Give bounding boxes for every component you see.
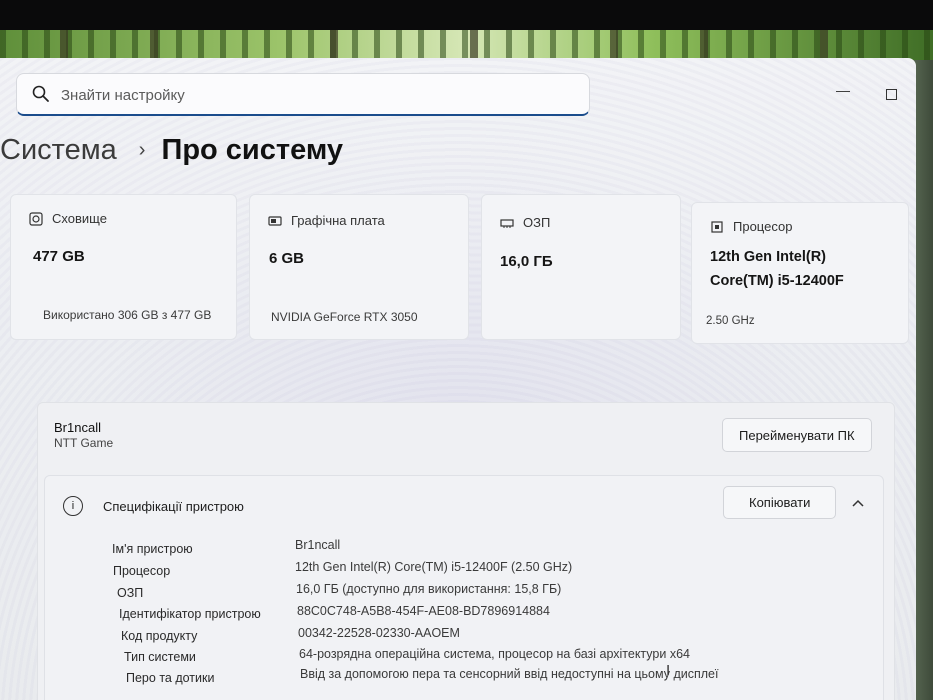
spec-label: Ідентифікатор пристрою	[119, 607, 261, 621]
spec-label: Код продукту	[121, 629, 198, 643]
text-cursor-icon: I	[666, 662, 671, 679]
gpu-icon	[268, 215, 282, 226]
spec-label: Процесор	[113, 564, 171, 578]
device-model: NTT Game	[54, 436, 114, 450]
spec-label: ОЗП	[117, 586, 144, 600]
card-subtext: Використано 306 GB з 477 GB	[43, 308, 212, 322]
card-title: Процесор	[733, 219, 793, 234]
breadcrumb-parent[interactable]: Система	[0, 134, 117, 167]
spec-value[interactable]: 12th Gen Intel(R) Core(TM) i5-12400F (2.…	[295, 560, 572, 574]
spec-label: Тип системи	[124, 650, 196, 664]
cpu-icon	[711, 220, 723, 233]
card-value: 6 GB	[269, 250, 305, 267]
settings-window: — Система › Про систему Сховище 477 GB В…	[0, 58, 916, 700]
spec-value[interactable]: 00342-22528-02330-AAOEM	[298, 626, 460, 640]
ram-icon	[500, 218, 514, 228]
search-input[interactable]	[61, 83, 561, 107]
copy-button[interactable]: Копіювати	[723, 486, 837, 519]
card-title: Графічна плата	[291, 213, 385, 228]
chevron-up-icon[interactable]	[841, 486, 875, 519]
spec-value[interactable]: Ввід за допомогою пера та сенсорний ввід…	[300, 667, 718, 681]
spec-value[interactable]: 64-розрядна операційна система, процесор…	[299, 647, 690, 661]
card-value: 12th Gen Intel(R) Core(TM) i5-12400F	[710, 249, 844, 289]
card-title: Сховище	[52, 211, 107, 226]
ram-card[interactable]: ОЗП 16,0 ГБ	[481, 194, 681, 340]
device-section: Br1ncall NTT Game Перейменувати ПК i Спе…	[37, 402, 895, 700]
spec-value[interactable]: Br1ncall	[295, 538, 340, 552]
card-title: ОЗП	[523, 215, 551, 230]
spec-label: Ім'я пристрою	[112, 542, 193, 556]
maximize-button[interactable]	[886, 89, 897, 100]
gpu-card[interactable]: Графічна плата 6 GB NVIDIA GeForce RTX 3…	[249, 194, 469, 340]
info-icon: i	[63, 496, 83, 516]
specs-title: Специфікації пристрою	[103, 498, 244, 514]
cpu-card[interactable]: Процесор 12th Gen Intel(R) Core(TM) i5-1…	[691, 202, 909, 344]
monitor-bezel	[0, 0, 933, 34]
device-name: Br1ncall	[54, 420, 101, 435]
card-value: 16,0 ГБ	[500, 253, 553, 270]
spec-value[interactable]: 88C0C748-A5B8-454F-AE08-BD7896914884	[297, 604, 550, 618]
spec-value[interactable]: 16,0 ГБ (доступно для використання: 15,8…	[296, 582, 561, 596]
device-specs-panel: i Специфікації пристрою Копіювати Ім'я п…	[44, 475, 884, 700]
storage-card[interactable]: Сховище 477 GB Використано 306 GB з 477 …	[10, 194, 237, 340]
spec-label: Перо та дотики	[126, 671, 215, 685]
specs-header[interactable]: i Специфікації пристрою	[63, 496, 244, 516]
card-subtext: 2.50 GHz	[706, 315, 755, 327]
page-title: Про систему	[161, 133, 344, 166]
search-icon	[32, 85, 49, 102]
card-value: 477 GB	[33, 248, 85, 265]
rename-pc-button[interactable]: Перейменувати ПК	[722, 418, 872, 452]
card-subtext: NVIDIA GeForce RTX 3050	[271, 310, 418, 324]
search-box[interactable]	[16, 73, 590, 116]
minimize-button[interactable]: —	[836, 82, 850, 98]
storage-icon	[29, 211, 43, 226]
chevron-right-icon: ›	[138, 138, 146, 161]
breadcrumb: Система › Про систему	[0, 130, 343, 170]
